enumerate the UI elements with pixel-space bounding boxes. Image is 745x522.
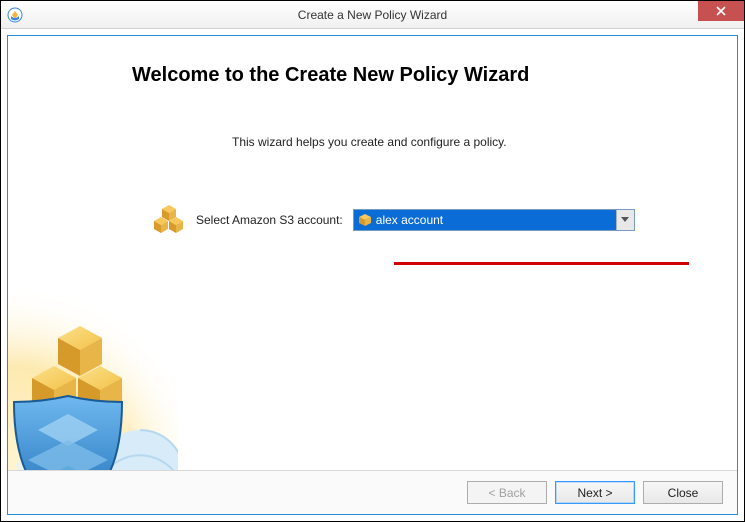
back-button: < Back [467, 481, 547, 504]
page-description: This wizard helps you create and configu… [232, 135, 713, 149]
account-selected-value: alex account [376, 213, 616, 227]
chevron-down-icon [616, 210, 634, 230]
wizard-body: Welcome to the Create New Policy Wizard … [7, 35, 738, 515]
titlebar: Create a New Policy Wizard [1, 1, 744, 29]
app-icon [7, 7, 23, 23]
close-icon [716, 6, 726, 16]
highlight-underline [394, 262, 689, 265]
window-close-button[interactable] [698, 1, 744, 21]
account-dropdown[interactable]: alex account [353, 209, 635, 231]
cube-icon [358, 213, 372, 227]
wizard-button-bar: < Back Next > Close [8, 470, 737, 514]
window-title: Create a New Policy Wizard [1, 8, 744, 22]
account-label: Select Amazon S3 account: [196, 213, 343, 227]
next-button[interactable]: Next > [555, 481, 635, 504]
account-row: Select Amazon S3 account: alex account [152, 203, 713, 237]
page-title: Welcome to the Create New Policy Wizard [132, 64, 713, 87]
wizard-content: Welcome to the Create New Policy Wizard … [8, 36, 737, 466]
cubes-icon [152, 203, 186, 237]
close-button[interactable]: Close [643, 481, 723, 504]
